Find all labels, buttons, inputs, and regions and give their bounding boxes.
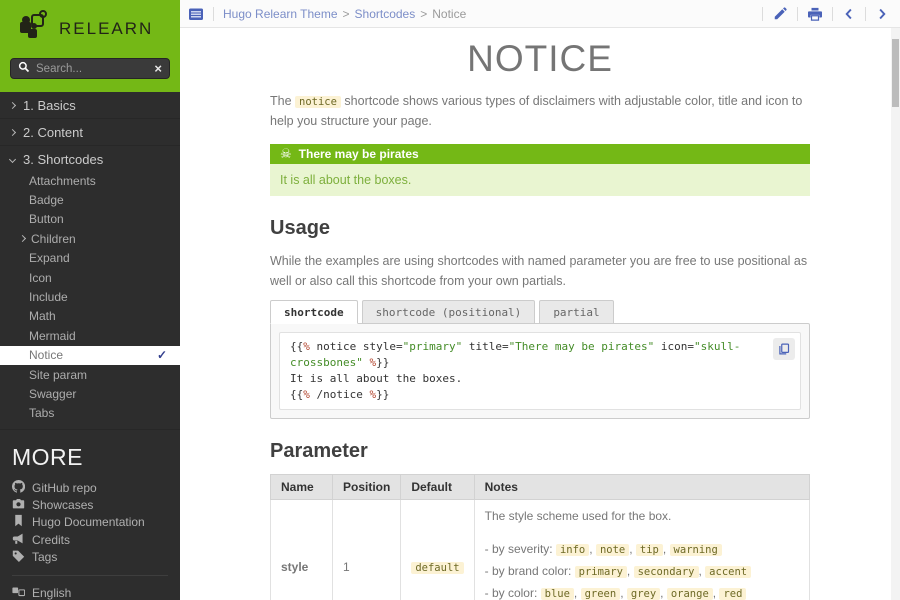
sidebar-item-icon[interactable]: Icon: [0, 268, 180, 287]
copy-button[interactable]: [773, 338, 795, 360]
chevron-down-icon: [9, 155, 16, 162]
inline-code: default: [411, 562, 463, 574]
chevron-right-icon: [9, 128, 16, 135]
sidebar-item-notice[interactable]: Notice ✓: [0, 346, 180, 365]
code-block: {{% notice style="primary" title="There …: [279, 332, 801, 410]
article: NOTICE The notice shortcode shows variou…: [270, 38, 810, 600]
app-window: RELEARN × 1. Basics 2. Content: [0, 0, 900, 600]
skull-crossbones-icon: ☠: [280, 146, 292, 162]
intro-paragraph: The notice shortcode shows various types…: [270, 91, 810, 132]
usage-heading: Usage: [270, 217, 810, 240]
edit-button[interactable]: [773, 7, 787, 21]
sidebar-more: MORE GitHub repo Showcases: [0, 430, 180, 600]
tab-panel: {{% notice style="primary" title="There …: [270, 323, 810, 419]
col-notes: Notes: [474, 474, 809, 499]
github-icon: [12, 480, 25, 496]
language-icon: [12, 585, 25, 600]
usage-paragraph: While the examples are using shortcodes …: [270, 251, 810, 292]
topbar: Hugo Relearn Theme > Shortcodes > Notice: [180, 0, 900, 28]
table-header-row: Name Position Default Notes: [271, 474, 810, 499]
notice-box: ☠ There may be pirates It is all about t…: [270, 144, 810, 196]
breadcrumb-link-shortcodes[interactable]: Shortcodes: [355, 7, 416, 21]
search-box[interactable]: ×: [10, 58, 170, 79]
next-page-button[interactable]: [876, 8, 888, 20]
section-label: 3. Shortcodes: [23, 152, 103, 167]
sidebar-section-shortcodes[interactable]: 3. Shortcodes: [0, 147, 180, 171]
notice-box-header: ☠ There may be pirates: [270, 144, 810, 164]
topbar-actions: [762, 7, 890, 21]
notes-cell: The style scheme used for the box. - by …: [474, 499, 809, 600]
col-name: Name: [271, 474, 333, 499]
chevron-right-icon: [19, 235, 26, 242]
search-icon: [18, 60, 30, 78]
link-credits[interactable]: Credits: [0, 531, 180, 548]
camera-icon: [12, 497, 25, 513]
link-hugo-documentation[interactable]: Hugo Documentation: [0, 514, 180, 531]
section-label: 2. Content: [23, 125, 83, 140]
sidebar-item-badge[interactable]: Badge: [0, 190, 180, 209]
search-clear-icon[interactable]: ×: [154, 62, 162, 75]
page-title: NOTICE: [270, 38, 810, 80]
tab-bar: shortcode shortcode (positional) partial: [270, 300, 810, 323]
link-github-repo[interactable]: GitHub repo: [0, 479, 180, 496]
link-showcases[interactable]: Showcases: [0, 496, 180, 513]
sidebar-item-include[interactable]: Include: [0, 287, 180, 306]
sidebar-section-basics[interactable]: 1. Basics: [0, 93, 180, 117]
content-area: NOTICE The notice shortcode shows variou…: [180, 28, 900, 600]
tab-shortcode-positional[interactable]: shortcode (positional): [362, 300, 536, 324]
scrollbar-track[interactable]: [891, 28, 900, 600]
sidebar-section-content[interactable]: 2. Content: [0, 120, 180, 144]
sidebar-item-expand[interactable]: Expand: [0, 249, 180, 268]
sidebar-item-swagger[interactable]: Swagger: [0, 384, 180, 403]
parameter-heading: Parameter: [270, 440, 810, 463]
sidebar: RELEARN × 1. Basics 2. Content: [0, 0, 180, 600]
sidebar-item-button[interactable]: Button: [0, 210, 180, 229]
col-default: Default: [401, 474, 474, 499]
notice-box-title: There may be pirates: [299, 147, 419, 161]
logo[interactable]: RELEARN: [10, 7, 170, 58]
puzzle-logo-icon: [16, 9, 50, 48]
print-button[interactable]: [808, 7, 822, 21]
sidebar-item-tabs[interactable]: Tabs: [0, 404, 180, 423]
breadcrumb-separator: >: [420, 7, 427, 21]
bullhorn-icon: [12, 532, 25, 548]
sidebar-item-site-param[interactable]: Site param: [0, 365, 180, 384]
sidebar-nav: 1. Basics 2. Content 3. Shortcodes Attac…: [0, 92, 180, 600]
sidebar-item-attachments[interactable]: Attachments: [0, 171, 180, 190]
search-input[interactable]: [36, 63, 148, 75]
check-icon: ✓: [157, 348, 167, 362]
link-language-english[interactable]: English: [0, 585, 180, 600]
section-label: 1. Basics: [23, 98, 76, 113]
scrollbar-thumb[interactable]: [892, 39, 899, 107]
inline-code: notice: [295, 96, 341, 108]
parameter-table: Name Position Default Notes style 1 defa…: [270, 474, 810, 600]
main-area: Hugo Relearn Theme > Shortcodes > Notice: [180, 0, 900, 600]
table-row-style: style 1 default The style scheme used fo…: [271, 499, 810, 600]
sidebar-item-children[interactable]: Children: [0, 229, 180, 248]
chevron-right-icon: [9, 101, 16, 108]
col-position: Position: [333, 474, 401, 499]
topbar-divider: [213, 7, 214, 21]
sidebar-divider: [12, 575, 168, 576]
notice-box-body: It is all about the boxes.: [270, 164, 810, 196]
link-tags[interactable]: Tags: [0, 548, 180, 565]
tab-shortcode[interactable]: shortcode: [270, 300, 358, 324]
breadcrumb: Hugo Relearn Theme > Shortcodes > Notice: [223, 7, 466, 21]
breadcrumb-link-home[interactable]: Hugo Relearn Theme: [223, 7, 338, 21]
tab-partial[interactable]: partial: [539, 300, 613, 324]
tags-icon: [12, 549, 25, 565]
breadcrumb-separator: >: [343, 7, 350, 21]
sidebar-toggle-button[interactable]: [188, 6, 204, 22]
more-heading: MORE: [0, 438, 180, 479]
logo-text: RELEARN: [59, 19, 153, 39]
sidebar-item-math[interactable]: Math: [0, 307, 180, 326]
bookmark-icon: [12, 514, 25, 530]
sidebar-header: RELEARN ×: [0, 0, 180, 92]
sidebar-item-mermaid[interactable]: Mermaid: [0, 326, 180, 345]
breadcrumb-current: Notice: [432, 7, 466, 21]
prev-page-button[interactable]: [843, 8, 855, 20]
